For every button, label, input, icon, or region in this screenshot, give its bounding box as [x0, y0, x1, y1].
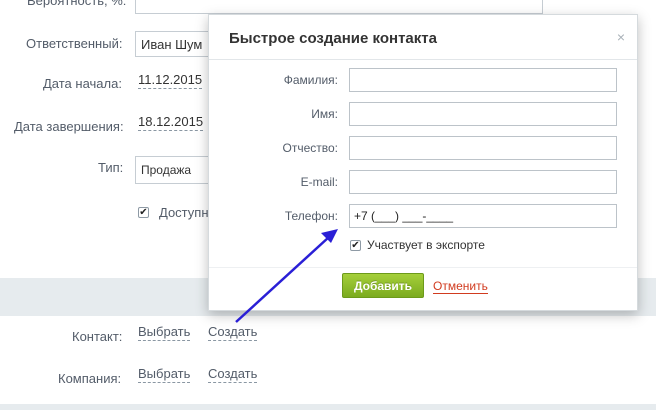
- type-select[interactable]: Продажа: [135, 156, 215, 184]
- start-date-label: Дата начала:: [43, 76, 122, 91]
- middlename-input[interactable]: [349, 136, 617, 160]
- phone-label: Телефон:: [284, 209, 338, 223]
- middlename-label: Отчество:: [282, 141, 339, 155]
- phone-value: +7 (___) ___-____: [354, 209, 454, 223]
- probability-input[interactable]: [135, 0, 543, 14]
- company-select-link[interactable]: Выбрать: [138, 366, 191, 383]
- responsible-label: Ответственный:: [26, 36, 123, 51]
- firstname-label: Имя:: [311, 107, 338, 121]
- company-label: Компания:: [58, 371, 122, 386]
- type-label: Тип:: [98, 160, 124, 175]
- end-date-label: Дата завершения:: [14, 119, 124, 134]
- start-date-value[interactable]: 11.12.2015: [138, 72, 203, 89]
- dialog-header-divider: [209, 59, 637, 60]
- company-create-link[interactable]: Создать: [208, 366, 258, 383]
- available-checkbox[interactable]: ✔: [138, 207, 149, 218]
- type-value: Продажа: [141, 163, 192, 177]
- lastname-label: Фамилия:: [283, 73, 338, 87]
- email-input[interactable]: [349, 170, 617, 194]
- add-button[interactable]: Добавить: [342, 273, 424, 298]
- email-label: E-mail:: [300, 175, 338, 189]
- phone-input[interactable]: +7 (___) ___-____: [349, 204, 617, 228]
- bottom-strip: [0, 404, 656, 410]
- dialog-footer-divider: [209, 267, 637, 268]
- contact-label: Контакт:: [72, 329, 123, 344]
- quick-create-contact-dialog: Быстрое создание контакта × Фамилия: Имя…: [208, 14, 638, 311]
- close-icon[interactable]: ×: [617, 29, 625, 45]
- dialog-title: Быстрое создание контакта: [229, 30, 437, 47]
- contact-create-link[interactable]: Создать: [208, 324, 258, 341]
- probability-label: Вероятность, %:: [27, 0, 127, 8]
- end-date-value[interactable]: 18.12.2015: [138, 114, 204, 131]
- lastname-input[interactable]: [349, 68, 617, 92]
- cancel-link[interactable]: Отменить: [433, 279, 488, 294]
- contact-select-link[interactable]: Выбрать: [138, 324, 191, 341]
- firstname-input[interactable]: [349, 102, 617, 126]
- available-label: Доступн: [159, 205, 209, 220]
- export-label: Участвует в экспорте: [367, 238, 485, 252]
- responsible-value: Иван Шум: [141, 36, 203, 52]
- export-checkbox[interactable]: ✔: [350, 240, 361, 251]
- responsible-input[interactable]: Иван Шум: [135, 31, 215, 57]
